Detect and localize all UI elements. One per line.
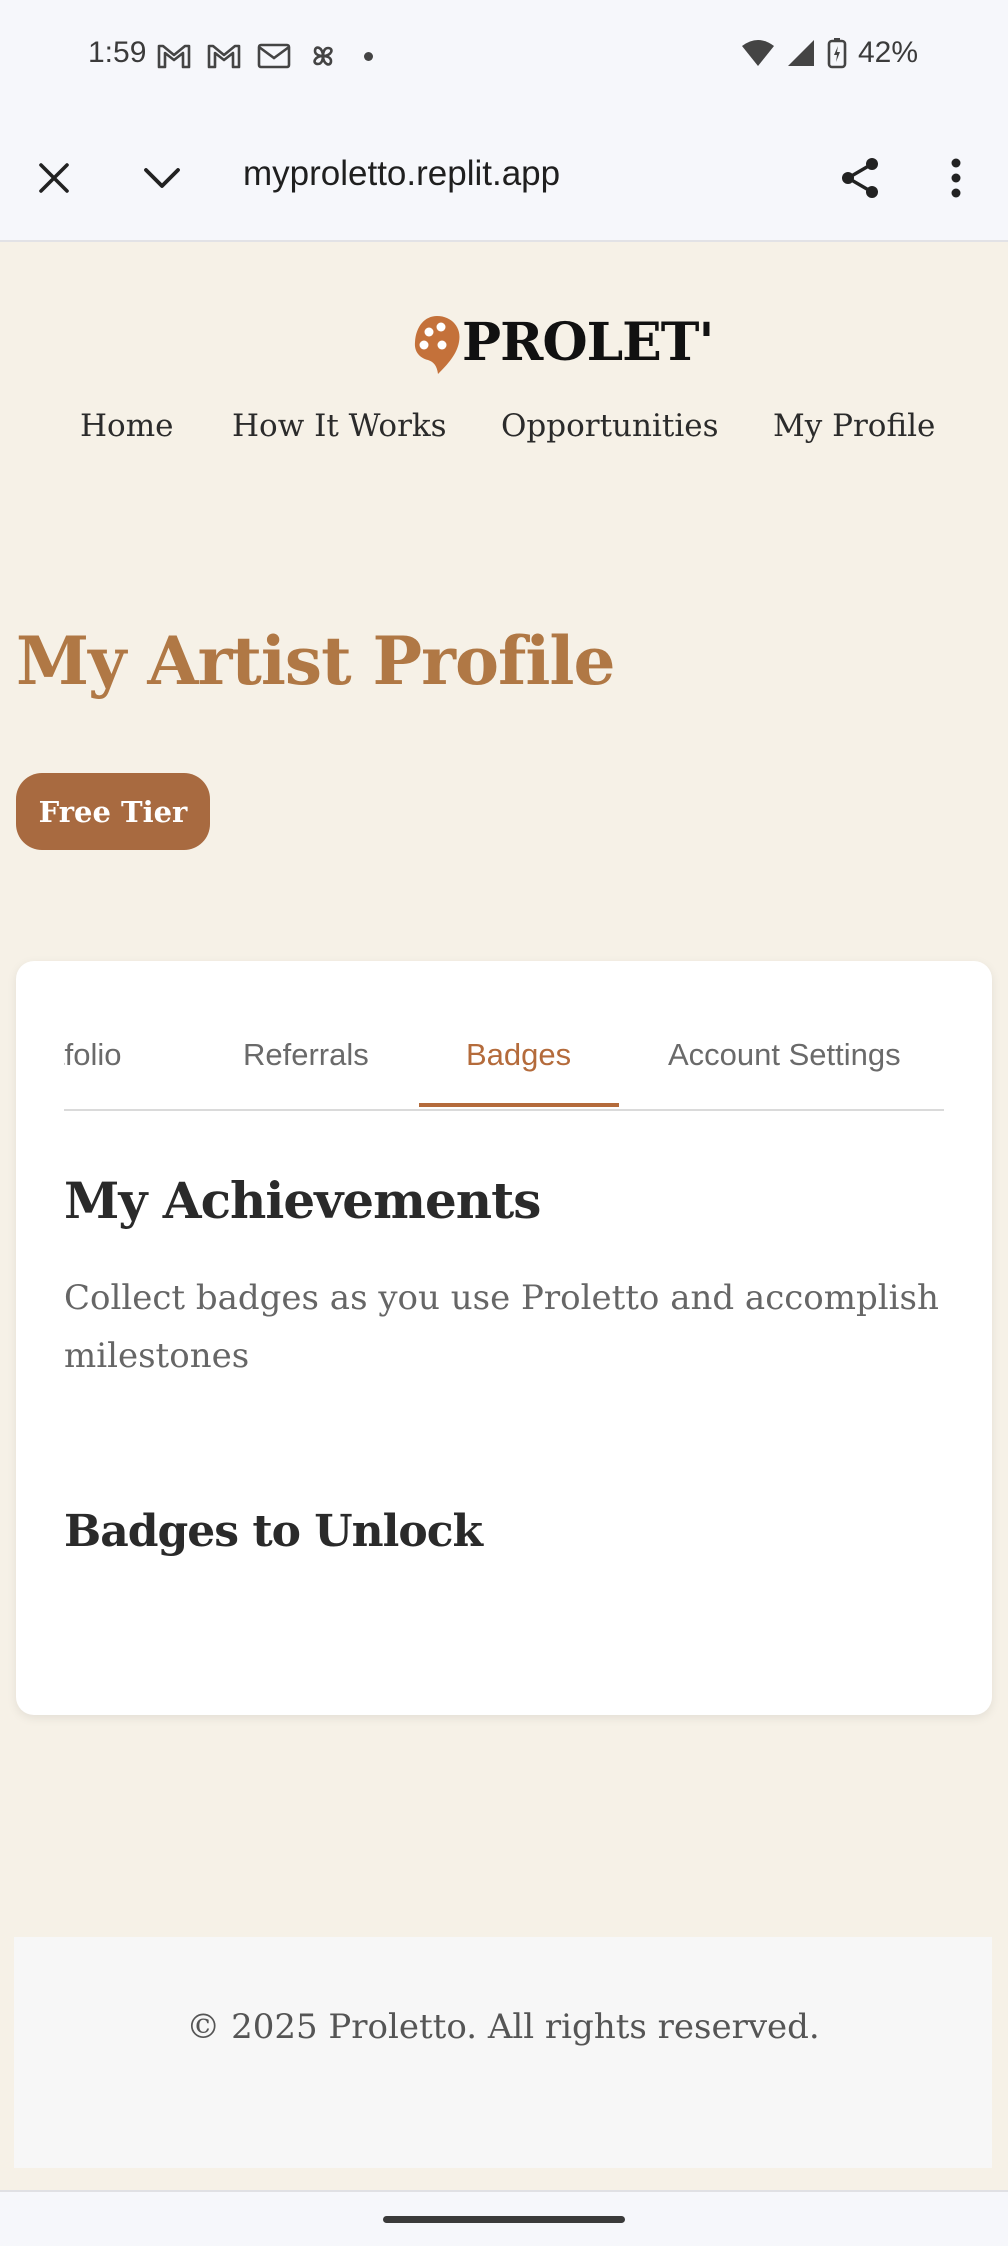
tab-account-settings[interactable]: Account Settings	[668, 1037, 901, 1073]
tab-referrals[interactable]: Referrals	[243, 1037, 369, 1073]
palette-logo-icon	[414, 316, 460, 374]
status-bar: 1:59 42%	[0, 0, 1008, 116]
status-right: 42%	[740, 36, 918, 70]
battery-icon	[827, 38, 847, 69]
page-title: My Artist Profile	[16, 622, 615, 700]
profile-card: tfolio Referrals Badges Account Settings…	[16, 961, 992, 1715]
achievements-description: Collect badges as you use Proletto and a…	[64, 1278, 939, 1376]
nav-my-profile[interactable]: My Profile	[773, 408, 935, 444]
nav-home[interactable]: Home	[80, 408, 173, 444]
battery-percent: 42%	[857, 36, 918, 69]
gmail-icon	[207, 44, 241, 69]
active-tab-indicator	[419, 1103, 619, 1107]
badges-to-unlock-title: Badges to Unlock	[64, 1506, 483, 1557]
logo[interactable]	[412, 312, 462, 378]
tab-badges[interactable]: Badges	[466, 1037, 571, 1073]
browser-menu-button[interactable]	[934, 150, 978, 206]
more-vert-icon	[951, 158, 961, 198]
tier-badge: Free Tier	[16, 773, 210, 850]
profile-tabs: tfolio Referrals Badges Account Settings	[64, 961, 944, 1111]
close-icon	[39, 163, 69, 193]
collapse-button[interactable]	[136, 152, 188, 204]
site-footer: © 2025 Proletto. All rights reserved.	[14, 1937, 992, 2168]
nav-opportunities[interactable]: Opportunities	[501, 408, 719, 444]
share-icon	[842, 158, 878, 198]
more-notifications-dot	[364, 51, 373, 61]
copyright-text: © 2025 Proletto. All rights reserved.	[186, 2007, 820, 2047]
wifi-icon	[741, 40, 774, 66]
main-nav: Home How It Works Opportunities My Profi…	[0, 408, 1008, 458]
mail-icon	[257, 43, 291, 69]
status-time: 1:59	[88, 36, 147, 69]
gmail-icon	[157, 44, 191, 69]
signal-icon	[787, 40, 814, 66]
achievements-title: My Achievements	[64, 1171, 541, 1230]
home-gesture-handle[interactable]	[383, 2216, 625, 2223]
notification-icons	[156, 38, 373, 74]
url-text[interactable]: myproletto.replit.app	[243, 154, 560, 194]
tab-portfolio[interactable]: tfolio	[64, 1037, 121, 1073]
chevron-down-icon	[144, 168, 180, 188]
logo-text[interactable]: PROLET'	[462, 312, 714, 373]
share-button[interactable]	[832, 150, 888, 206]
pinwheel-icon	[313, 46, 333, 66]
close-tab-button[interactable]	[28, 152, 80, 204]
nav-how-it-works[interactable]: How It Works	[232, 408, 447, 444]
browser-toolbar: myproletto.replit.app	[0, 116, 1008, 242]
gesture-nav-bar	[0, 2190, 1008, 2246]
